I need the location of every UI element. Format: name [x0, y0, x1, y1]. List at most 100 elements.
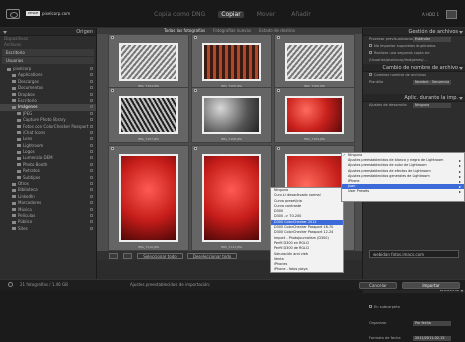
- files-section[interactable]: Archivos: [0, 42, 96, 48]
- folder-icon: [17, 125, 21, 129]
- thumbnail-cell[interactable]: IMG_7104.JPG: [108, 34, 189, 90]
- menu-item[interactable]: User Presets ▸: [342, 189, 464, 194]
- thumbnail-cell[interactable]: IMG_7105.JPG: [191, 34, 272, 90]
- include-checkbox[interactable]: [90, 118, 93, 122]
- thumbnail-checkbox[interactable]: [277, 147, 280, 150]
- select-all-button[interactable]: Seleccionar todo: [137, 253, 183, 259]
- no-duplicates-row[interactable]: No importar supuestos duplicados: [363, 43, 465, 50]
- folder-label: Photo Booth: [23, 161, 48, 167]
- mode-copy-dng[interactable]: Copia como DNG: [151, 11, 208, 18]
- mode-add[interactable]: Añadir: [288, 11, 314, 18]
- thumbnail-cell[interactable]: IMG_7107.JPG: [108, 87, 189, 143]
- include-checkbox[interactable]: [90, 188, 93, 192]
- folder-label: Escritorio: [18, 97, 37, 103]
- thumbnail-checkbox[interactable]: [111, 89, 114, 92]
- checkbox-icon[interactable]: [369, 51, 372, 54]
- rename-files-row[interactable]: Cambiar nombre de archivos: [363, 72, 465, 79]
- include-checkbox[interactable]: [90, 213, 93, 217]
- checkbox-icon[interactable]: [369, 73, 372, 76]
- include-checkbox[interactable]: [90, 194, 93, 198]
- develop-settings-select[interactable]: Ninguno: [413, 103, 451, 108]
- include-checkbox[interactable]: [90, 98, 93, 102]
- include-checkbox[interactable]: [90, 226, 93, 230]
- include-checkbox[interactable]: [90, 143, 93, 147]
- include-checkbox[interactable]: [90, 92, 93, 96]
- tab-destination[interactable]: Estado de destino: [259, 28, 295, 33]
- include-checkbox[interactable]: [90, 207, 93, 211]
- thumbnail-checkbox[interactable]: [194, 147, 197, 150]
- grid-view-icon[interactable]: [109, 253, 118, 259]
- thumbnail-caption: IMG_7110.JPG: [138, 245, 159, 249]
- thumbnail-cell[interactable]: IMG_7108.JPG: [191, 87, 272, 143]
- menu-item[interactable]: D300 ColorChecker Passport 12-24: [271, 230, 343, 235]
- menu-item-label: Ajustes preestablecidos de efectos de Li…: [348, 168, 431, 173]
- thumbnail-cell[interactable]: IMG_7110.JPG: [108, 145, 189, 251]
- include-checkbox[interactable]: [90, 175, 93, 179]
- thumbnail-caption: IMG_7111.JPG: [221, 245, 242, 249]
- expand-icon[interactable]: [8, 282, 13, 287]
- include-checkbox[interactable]: [90, 67, 93, 70]
- mode-move[interactable]: Mover: [254, 11, 279, 18]
- include-checkbox[interactable]: [90, 162, 93, 166]
- include-checkbox[interactable]: [90, 73, 93, 77]
- include-checkbox[interactable]: [90, 79, 93, 83]
- destination-path[interactable]: webidan fotos.imacs.com: [369, 250, 459, 258]
- thumbnail-cell[interactable]: IMG_7109.JPG: [274, 87, 355, 143]
- checkbox-icon[interactable]: [369, 44, 372, 47]
- subfolder-row[interactable]: En subcarpeta: [363, 304, 465, 311]
- loupe-view-icon[interactable]: [123, 253, 132, 259]
- mode-copy[interactable]: Copiar: [218, 11, 244, 18]
- tab-all-photos[interactable]: Todas las fotografías: [164, 28, 205, 33]
- include-checkbox[interactable]: [90, 201, 93, 205]
- file-renaming-header[interactable]: Cambio de nombre de archivo: [363, 64, 465, 72]
- thumbnail-cell[interactable]: IMG_7106.JPG: [274, 34, 355, 90]
- source-panel-header[interactable]: Origen: [0, 28, 96, 36]
- menu-item[interactable]: iPhone - fotos playa: [271, 267, 343, 272]
- folder-icon: [17, 150, 21, 154]
- rename-template-select[interactable]: Nombre - Secuencia: [413, 80, 451, 85]
- second-copy-path[interactable]: /Usuarios/pixelcorp/Imágenes/...: [363, 57, 465, 64]
- drive-users[interactable]: Usuarios: [2, 57, 94, 64]
- include-checkbox[interactable]: [90, 130, 93, 134]
- include-checkbox[interactable]: [90, 182, 93, 186]
- deselect-all-button[interactable]: Deseleccionar todo: [187, 253, 237, 259]
- thumbnail-checkbox[interactable]: [194, 89, 197, 92]
- include-checkbox[interactable]: [90, 124, 93, 128]
- include-checkbox[interactable]: [90, 105, 93, 109]
- include-checkbox[interactable]: [90, 220, 93, 224]
- import-button[interactable]: Importar: [402, 282, 460, 289]
- tab-new-photos[interactable]: Fotografías nuevas: [213, 28, 251, 33]
- include-checkbox[interactable]: [90, 156, 93, 160]
- source-panel: Origen Dispositivos Archivos Escritorio …: [0, 28, 97, 289]
- menu-item-label: Ajustes preestablecidos de blanco y negr…: [348, 158, 444, 163]
- organize-select[interactable]: Por fecha: [413, 321, 451, 326]
- date-format-row: Formato de fecha 2011/2011-02-15: [363, 335, 465, 342]
- destination-label[interactable]: A HDD 1: [422, 12, 439, 17]
- file-handling-header[interactable]: Gestión de archivos: [363, 28, 465, 36]
- thumbnail-checkbox[interactable]: [277, 89, 280, 92]
- include-checkbox[interactable]: [90, 169, 93, 173]
- date-format-select[interactable]: 2011/2011-02-15: [413, 336, 451, 341]
- second-copy-row[interactable]: Realizar una segunda copia en:: [363, 50, 465, 57]
- thumbnail-checkbox[interactable]: [111, 147, 114, 150]
- folder-icon: [7, 67, 11, 71]
- include-checkbox[interactable]: [90, 86, 93, 90]
- include-checkbox[interactable]: [90, 150, 93, 154]
- thumbnail-checkbox[interactable]: [194, 36, 197, 39]
- folder-label: Público: [18, 219, 33, 225]
- thumbnail-cell[interactable]: IMG_7111.JPG: [191, 145, 272, 251]
- render-previews-select[interactable]: Estándar: [413, 37, 451, 42]
- cancel-button[interactable]: Cancelar: [359, 282, 397, 289]
- folder-icon: [17, 169, 21, 173]
- include-checkbox[interactable]: [90, 137, 93, 141]
- folder-label: pixelcorp: [13, 66, 32, 71]
- thumbnail-checkbox[interactable]: [277, 36, 280, 39]
- drive-desktop[interactable]: Escritorio: [2, 49, 94, 56]
- folder-label: Música: [18, 206, 32, 212]
- include-checkbox[interactable]: [90, 111, 93, 115]
- folder-tree: pixelcorp Applications Descargas Documentos…: [0, 65, 96, 232]
- folder-item[interactable]: Sites: [0, 226, 96, 232]
- apply-during-import-header[interactable]: Aplic. durante la imp.: [363, 94, 465, 102]
- thumbnail-checkbox[interactable]: [111, 36, 114, 39]
- checkbox-icon[interactable]: [369, 305, 372, 308]
